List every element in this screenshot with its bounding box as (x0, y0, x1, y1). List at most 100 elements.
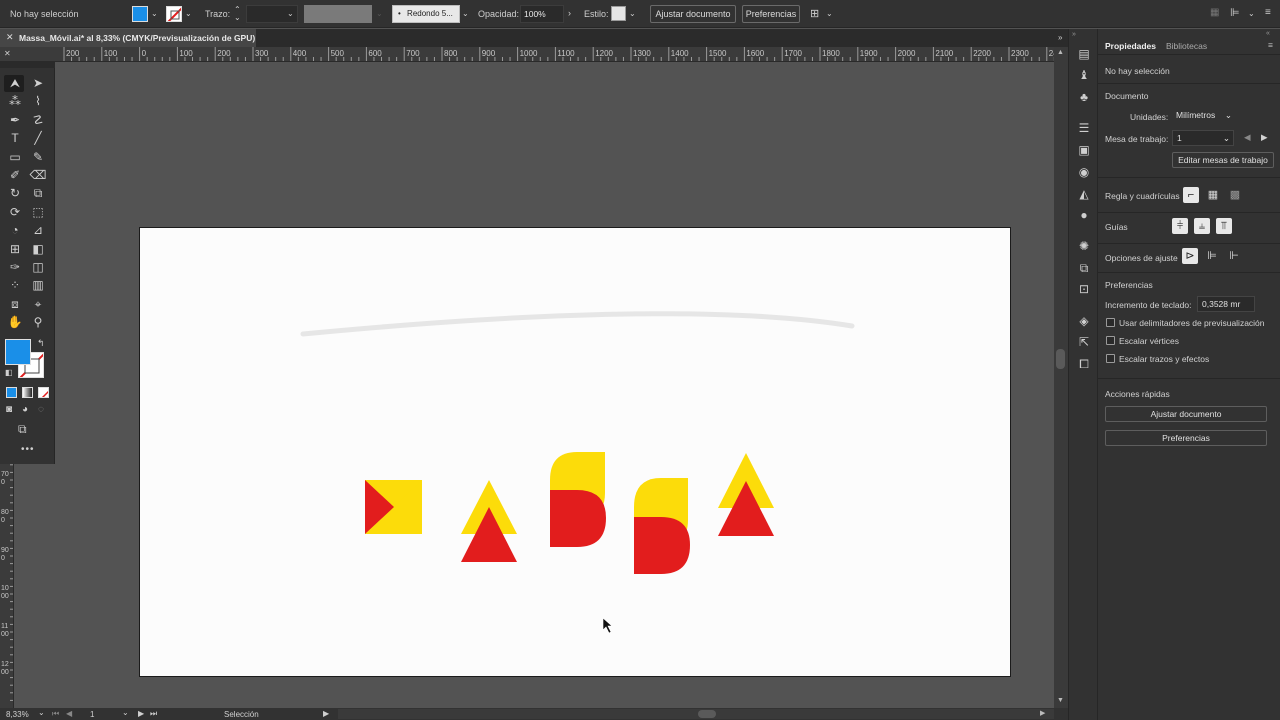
default-fill-stroke-icon[interactable]: ◧ (5, 368, 13, 377)
previous-artboard-icon[interactable]: ◀ (66, 709, 72, 718)
none-mode-icon[interactable] (38, 387, 49, 398)
transparency-grid-icon[interactable]: ▩ (1227, 187, 1243, 203)
previous-artboard-arrow-icon[interactable]: ◀ (1244, 132, 1251, 143)
draw-normal-icon[interactable]: ◙ (6, 404, 12, 415)
zoom-chevron-icon[interactable]: ⌄ (38, 708, 45, 717)
zoom-level[interactable]: 8,33% (6, 710, 29, 719)
artboard[interactable] (139, 227, 1011, 677)
gradient-icon[interactable]: ◧ (28, 241, 48, 258)
magic-wand-icon[interactable]: ⁂ (5, 93, 25, 110)
artboard-icon[interactable]: ⧈ (5, 296, 25, 313)
horizontal-scroll-thumb[interactable] (698, 710, 716, 718)
preview-bounds-checkbox[interactable] (1106, 318, 1115, 327)
mesh-icon[interactable]: ⊞ (5, 241, 25, 258)
selection-icon[interactable]: ⮝ (5, 75, 25, 92)
export-panel-icon[interactable]: ⇱ (1076, 334, 1092, 350)
ruler-toggle-icon[interactable]: ⌐ (1183, 187, 1199, 203)
fill-dropdown-chevron-icon[interactable]: ⌄ (151, 9, 158, 18)
blend-icon[interactable]: ◫ (28, 259, 48, 276)
scroll-up-icon[interactable]: ▲ (1057, 49, 1064, 56)
panel-collapse-icon[interactable]: « (1266, 30, 1270, 37)
panel-menu-icon[interactable]: ≡ (1265, 7, 1271, 18)
artboard-select[interactable]: 1 ⌄ (1172, 130, 1234, 146)
align-grid-icon[interactable]: ▦ (1210, 7, 1219, 18)
fill-swatch-large[interactable] (5, 339, 31, 365)
brush-definition-field[interactable]: • Redondo 5... (392, 5, 460, 23)
brush-chevron-icon[interactable]: ⌄ (462, 9, 469, 18)
shape-builder-icon[interactable]: ◔ (5, 222, 25, 239)
slice-icon[interactable]: ⌖ (28, 296, 48, 313)
align-panel-icon[interactable]: ⊡ (1076, 281, 1092, 297)
last-artboard-icon[interactable]: ⏭ (150, 709, 157, 719)
ruler-origin[interactable]: ✕ (0, 47, 56, 62)
tab-properties[interactable]: Propiedades (1105, 41, 1156, 51)
color-mode-icon[interactable] (6, 387, 17, 398)
next-artboard-icon[interactable]: ▶ (138, 709, 144, 718)
column-graph-icon[interactable]: ▥ (28, 277, 48, 294)
fill-color-swatch[interactable] (132, 6, 148, 22)
swap-fill-stroke-icon[interactable]: ↰ (37, 338, 45, 349)
arrange-chevron-icon[interactable]: ⌄ (826, 9, 833, 18)
tools-panel-grip[interactable] (0, 62, 55, 68)
graphic-styles-panel-icon[interactable]: ◭ (1076, 186, 1092, 202)
first-artboard-icon[interactable]: ⏮ (52, 709, 59, 719)
gradient-panel-icon[interactable]: ▣ (1076, 142, 1092, 158)
quick-fit-document-button[interactable]: Ajustar documento (1105, 406, 1267, 422)
strip-collapse-icon[interactable]: » (1072, 31, 1076, 38)
scale-strokes-checkbox[interactable] (1106, 354, 1115, 363)
symbols-panel-icon[interactable]: ♣ (1076, 89, 1092, 105)
canvas-area[interactable] (56, 62, 1054, 708)
hand-icon[interactable]: ✋ (5, 314, 25, 331)
units-select[interactable]: Milímetros ⌄ (1172, 108, 1234, 124)
rotate-icon[interactable]: ↻ (5, 185, 25, 202)
tab-overflow-icon[interactable]: » (1058, 33, 1062, 42)
zoom-icon[interactable]: ⚲ (28, 314, 48, 331)
tab-libraries[interactable]: Bibliotecas (1166, 41, 1207, 51)
stroke-weight-chevron-icon[interactable]: ⌄ (287, 9, 294, 18)
edit-toolbar-icon[interactable]: ••• (21, 444, 35, 455)
curvature-icon[interactable]: ☡ (28, 112, 48, 129)
style-chevron-icon[interactable]: ⌄ (629, 9, 636, 18)
snap-to-grid-icon[interactable]: ⊫ (1204, 248, 1220, 264)
preferences-button[interactable]: Preferencias (742, 5, 800, 23)
appearance-panel-icon[interactable]: ◉ (1076, 164, 1092, 180)
stroke-color-swatch[interactable] (166, 6, 182, 22)
width-icon[interactable]: ⟳ (5, 204, 25, 221)
pathfinder-panel-icon[interactable]: ⧉ (1076, 260, 1092, 276)
layers-panel-icon[interactable]: ◈ (1076, 313, 1092, 329)
graphic-style-swatch[interactable] (611, 6, 626, 21)
free-transform-icon[interactable]: ⬚ (28, 204, 48, 221)
draw-behind-icon[interactable]: ◕ (22, 404, 28, 415)
paintbrush-icon[interactable]: ✎ (28, 149, 48, 166)
opacity-arrow-icon[interactable]: › (568, 8, 571, 18)
perspective-icon[interactable]: ⊿ (28, 222, 48, 239)
align-chevron-icon[interactable]: ⌄ (1248, 9, 1255, 18)
grid-toggle-icon[interactable]: ▦ (1205, 187, 1221, 203)
symbol-sprayer-icon[interactable]: ⁘ (5, 277, 25, 294)
close-tab-icon[interactable]: ✕ (6, 32, 14, 43)
quick-preferences-button[interactable]: Preferencias (1105, 430, 1267, 446)
smart-guides-icon[interactable]: ⫪ (1216, 218, 1232, 234)
edit-artboards-button[interactable]: Editar mesas de trabajo (1172, 152, 1274, 168)
scroll-right-icon[interactable]: ▶ (1040, 709, 1045, 717)
brushes-panel-icon[interactable]: ♝ (1076, 67, 1092, 83)
direct-selection-icon[interactable]: ➤ (28, 75, 48, 92)
transform-panel-icon[interactable]: ✺ (1076, 238, 1092, 254)
ruler-top[interactable]: 200 100 0 100 200 300 400 500 600 700 800 900 1000 11… (56, 47, 1054, 62)
scale-icon[interactable]: ⧉ (28, 185, 48, 202)
scale-corners-checkbox[interactable] (1106, 336, 1115, 345)
line-icon[interactable]: ╱ (28, 130, 48, 147)
opacity-field[interactable]: 100% (520, 5, 564, 23)
horizontal-scrollbar[interactable]: ▶ (338, 709, 1054, 719)
fit-document-button[interactable]: Ajustar documento (650, 5, 736, 23)
variable-width-profile[interactable] (304, 5, 372, 23)
type-icon[interactable]: T (5, 130, 25, 147)
screen-mode-icon[interactable]: ⧉ (18, 422, 27, 437)
stroke-panel-icon[interactable]: ☰ (1076, 120, 1092, 136)
libraries-panel-icon[interactable]: ▤ (1076, 46, 1092, 62)
snap-to-pixel-icon[interactable]: ⊩ (1226, 248, 1242, 264)
shaper-icon[interactable]: ✐ (5, 167, 25, 184)
gradient-mode-icon[interactable] (22, 387, 33, 398)
document-tab[interactable]: ✕ Massa_Móvil.ai* al 8,33% (CMYK/Previsu… (0, 29, 256, 47)
stroke-stepper-icon[interactable]: ⌃ ⌄ (234, 6, 241, 22)
